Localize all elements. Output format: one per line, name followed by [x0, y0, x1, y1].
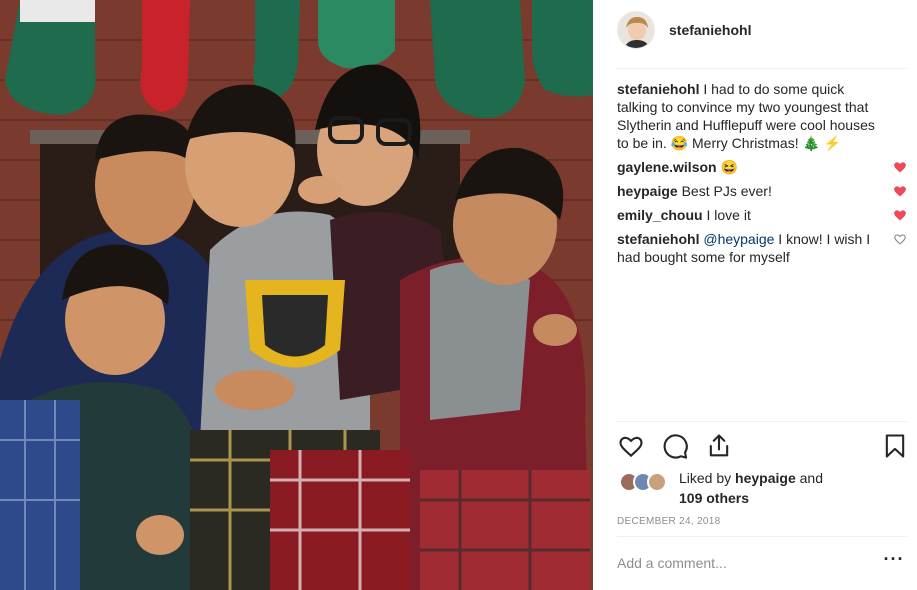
author-username[interactable]: stefaniehohl: [669, 22, 751, 38]
post-header: stefaniehohl: [617, 8, 907, 52]
comment-item: heypaige Best PJs ever!: [617, 182, 907, 200]
liker-avatars[interactable]: [619, 472, 671, 492]
comment-text: 😆: [720, 159, 738, 175]
comment-item: stefaniehohl @heypaige I know! I wish I …: [617, 230, 907, 266]
post-photo[interactable]: [0, 0, 593, 590]
comment-item: gaylene.wilson 😆: [617, 158, 907, 176]
profile-photo-icon: [618, 12, 654, 48]
family-christmas-photo: [0, 0, 593, 590]
post-details-panel: stefaniehohl stefaniehohl I had to do so…: [593, 0, 917, 590]
add-comment-input[interactable]: [617, 548, 867, 578]
comment-text: I love it: [706, 207, 751, 223]
more-options-icon[interactable]: ···: [881, 550, 907, 576]
share-icon[interactable]: [705, 432, 733, 460]
avatar[interactable]: [617, 11, 655, 49]
comment-username[interactable]: emily_chouu: [617, 207, 703, 223]
liker-avatar: [647, 472, 667, 492]
bookmark-icon[interactable]: [881, 432, 909, 460]
action-bar: [617, 432, 907, 462]
comment-like-heart-icon[interactable]: [893, 208, 907, 222]
comment-username[interactable]: gaylene.wilson: [617, 159, 717, 175]
divider: [617, 536, 907, 537]
likes-username[interactable]: heypaige: [735, 470, 796, 486]
comment-username[interactable]: heypaige: [617, 183, 678, 199]
comment-username[interactable]: stefaniehohl: [617, 231, 699, 247]
comment-text: Best PJs ever!: [681, 183, 772, 199]
divider: [617, 421, 907, 422]
caption-username[interactable]: stefaniehohl: [617, 81, 699, 97]
comment-mention[interactable]: @heypaige: [703, 231, 774, 247]
likes-middle: and: [799, 470, 823, 486]
likes-text: Liked by heypaige and 109 others: [679, 468, 823, 508]
comment-item: emily_chouu I love it: [617, 206, 907, 224]
comment-like-heart-outline-icon[interactable]: [893, 232, 907, 246]
caption: stefaniehohl I had to do some quick talk…: [617, 80, 907, 152]
likes-others-link[interactable]: 109 others: [679, 490, 749, 506]
likes-summary: Liked by heypaige and 109 others: [617, 468, 907, 508]
heart-icon[interactable]: [617, 432, 645, 460]
comment-list: stefaniehohl I had to do some quick talk…: [617, 80, 907, 272]
likes-prefix: Liked by: [679, 470, 732, 486]
comment-like-heart-icon[interactable]: [893, 184, 907, 198]
divider: [617, 68, 907, 69]
comment-icon[interactable]: [661, 432, 689, 460]
post-date[interactable]: DECEMBER 24, 2018: [617, 516, 720, 527]
comment-like-heart-icon[interactable]: [893, 160, 907, 174]
